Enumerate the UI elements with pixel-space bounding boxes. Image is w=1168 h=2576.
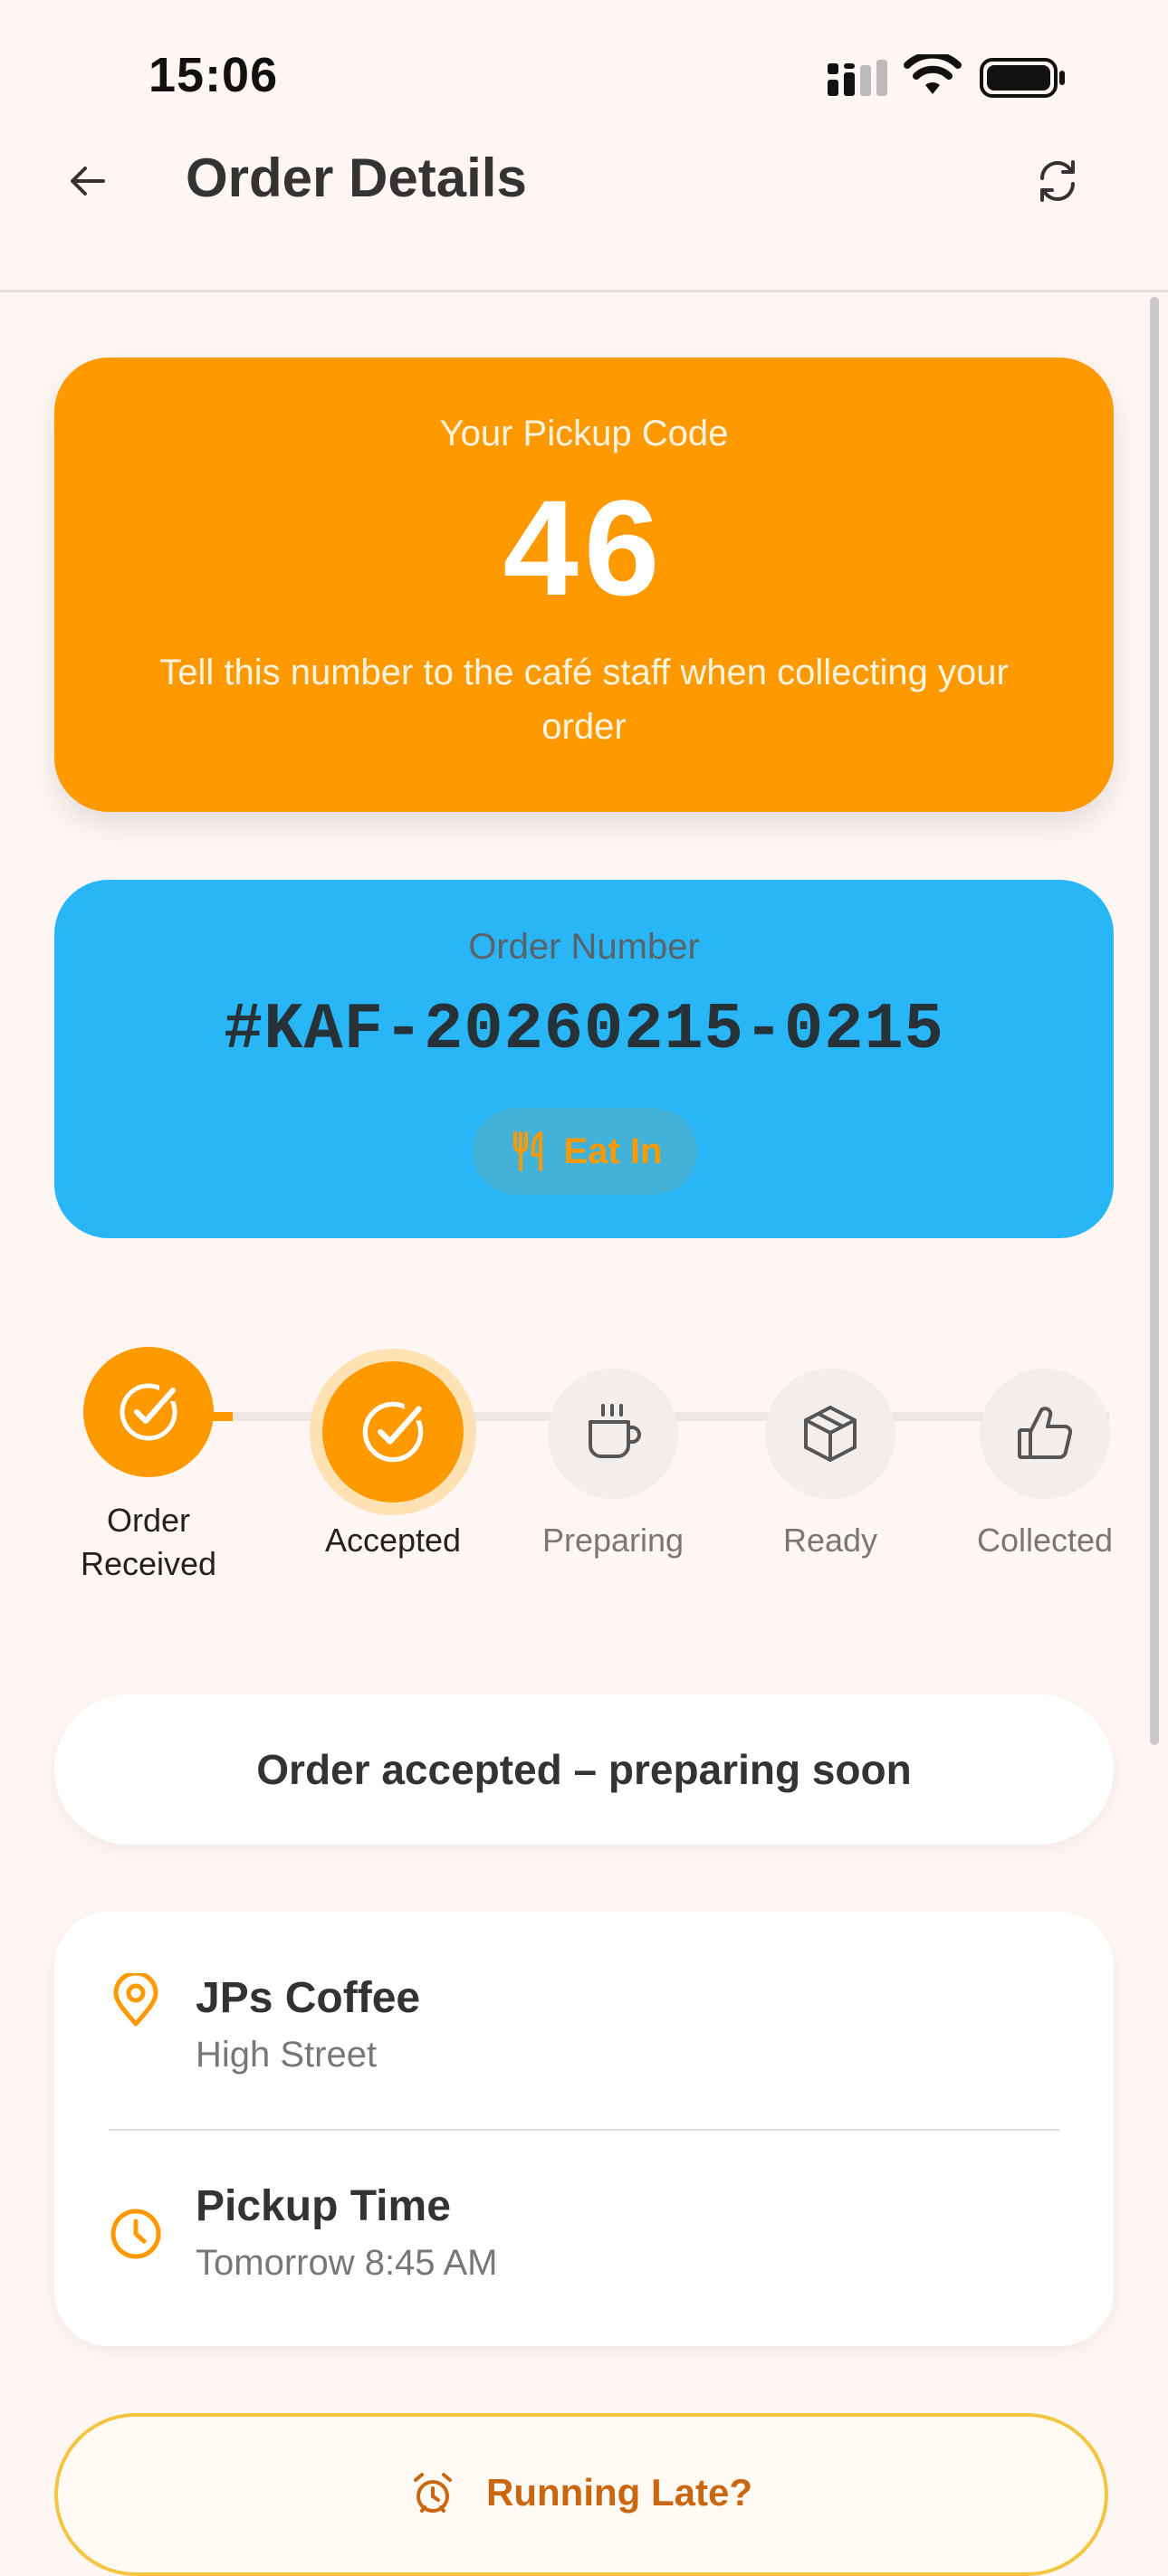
order-number-card: Order Number #KAF-20260215-0215 Eat In (54, 880, 1114, 1238)
pickup-code: 46 (503, 472, 665, 624)
order-number-label: Order Number (468, 927, 700, 967)
location-name: JPs Coffee (196, 1974, 421, 2022)
page-title: Order Details (186, 148, 527, 208)
step-preparing-circle (548, 1369, 678, 1499)
step-accepted-label: Accepted (324, 1522, 462, 1559)
map-pin-icon (110, 1970, 161, 2032)
cutlery-icon (512, 1131, 542, 1171)
signal-icon (826, 60, 889, 104)
wifi-icon (904, 51, 962, 102)
step-preparing-label: Preparing (541, 1522, 685, 1559)
pickup-time-value: Tomorrow 8:45 AM (196, 2243, 498, 2283)
step-accepted-circle (322, 1361, 464, 1503)
refresh-button[interactable] (1021, 145, 1094, 217)
pickup-time-label: Pickup Time (196, 2182, 451, 2230)
order-info-card: JPs Coffee High Street Pickup Time Tomor… (54, 1912, 1114, 2346)
thumbs-up-icon (1018, 1407, 1073, 1460)
coffee-cup-icon (589, 1404, 641, 1458)
arrow-left-icon (71, 167, 105, 196)
check-circle-icon (120, 1381, 179, 1441)
box-icon (804, 1406, 857, 1462)
alarm-clock-icon (414, 2473, 453, 2513)
refresh-icon (1040, 160, 1075, 202)
back-button[interactable] (51, 145, 123, 217)
step-collected-label: Collected (976, 1522, 1114, 1559)
running-late-label: Running Late? (486, 2471, 752, 2514)
step-order-received-label: Order Received (80, 1502, 217, 1582)
location-address: High Street (196, 2035, 378, 2075)
pickup-code-card: Your Pickup Code 46 Tell this number to … (54, 358, 1114, 812)
step-collected-circle (980, 1369, 1110, 1499)
check-circle-icon (362, 1399, 426, 1463)
battery-icon (980, 58, 1067, 102)
order-type-badge: Eat In (473, 1108, 697, 1195)
clock-icon (109, 2207, 163, 2266)
scrollbar[interactable] (1150, 297, 1159, 1745)
step-ready-label: Ready (782, 1522, 878, 1559)
status-time: 15:06 (148, 48, 279, 102)
order-number: #KAF-20260215-0215 (224, 993, 944, 1067)
order-type-label: Eat In (563, 1131, 663, 1171)
running-late-button[interactable]: Running Late? (54, 2413, 1108, 2576)
pickup-code-label: Your Pickup Code (439, 414, 729, 453)
info-divider (109, 2129, 1059, 2131)
pickup-code-hint: Tell this number to the café staff when … (159, 653, 1009, 747)
header-divider (0, 290, 1168, 292)
step-ready-circle (765, 1369, 895, 1499)
status-message: Order accepted – preparing soon (54, 1694, 1114, 1845)
step-order-received-circle (83, 1347, 214, 1477)
